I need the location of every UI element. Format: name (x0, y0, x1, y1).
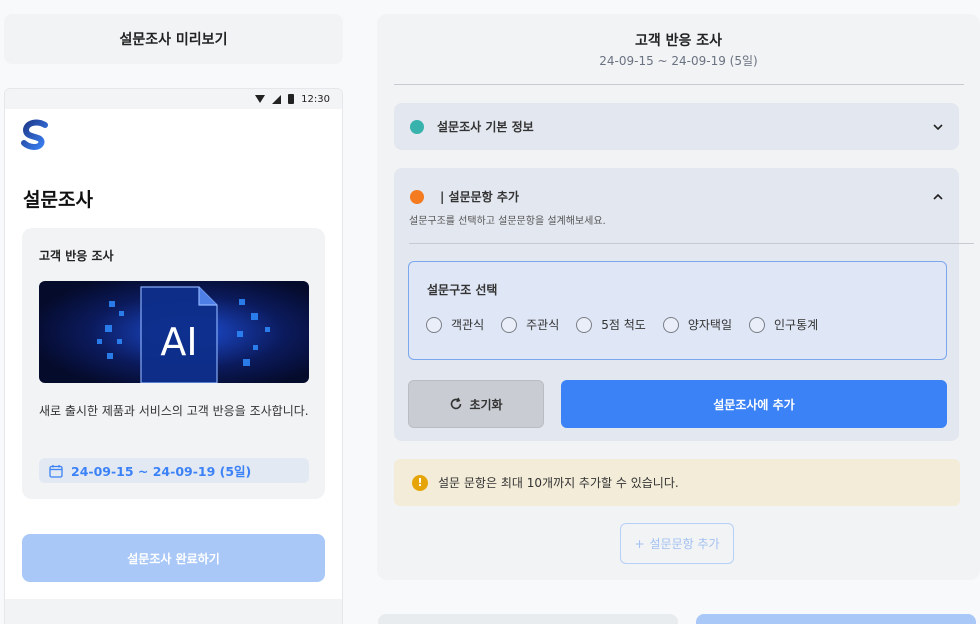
survey-preview-card: 고객 반응 조사 AI 새로 출시한 제품과 서비스의 고객 반응을 조사합니다… (22, 228, 325, 499)
radio-label: 인구통계 (774, 318, 819, 332)
add-question-button[interactable]: + 설문문항 추가 (620, 523, 734, 564)
radio-label: 객관식 (451, 318, 485, 332)
radio-circle[interactable] (576, 316, 593, 333)
plus-icon: + (634, 536, 645, 551)
card-description: 새로 출시한 제품과 서비스의 고객 반응을 조사합니다. (39, 404, 309, 418)
wifi-icon (255, 95, 266, 103)
preview-header: 설문조사 미리보기 (4, 14, 343, 64)
editor-title: 고객 반응 조사 (634, 33, 723, 49)
bottom-secondary-button[interactable] (378, 614, 678, 624)
card-image-ai-text: AI (160, 320, 197, 364)
signal-icon (272, 94, 282, 104)
phone-footer (5, 599, 342, 624)
question-section-description: 설문구조를 선택하고 설문문항을 설계해보세요. (409, 216, 606, 227)
status-bar: 12:30 (5, 89, 342, 109)
accordion-question-section: | 설문문항 추가 설문구조를 선택하고 설문문항을 설계해보세요. 설문구조 … (394, 168, 974, 441)
chevron-up-icon[interactable] (931, 190, 945, 204)
accordion-basic-info[interactable]: 설문조사 기본 정보 (394, 103, 959, 150)
calendar-icon (49, 464, 63, 478)
structure-radio-group: 객관식 주관식 5점 척도 양자택일 인구통계 (426, 316, 835, 333)
question-section-dot-icon (410, 189, 424, 204)
card-title: 고객 반응 조사 (39, 249, 114, 263)
card-period-chip: 24-09-15 ~ 24-09-19 (5일) (39, 458, 309, 483)
radio-option-demographics[interactable]: 인구통계 (749, 316, 818, 333)
battery-icon (288, 94, 295, 104)
card-image: AI (39, 281, 309, 383)
editor-divider (394, 84, 964, 85)
app-logo-icon (21, 119, 48, 151)
radio-label: 5점 척도 (601, 318, 646, 332)
add-question-label: 설문문항 추가 (649, 537, 720, 551)
radio-option-binary-choice[interactable]: 양자택일 (662, 316, 732, 333)
radio-option-short-answer[interactable]: 주관식 (501, 316, 559, 333)
reset-button[interactable]: 초기화 (408, 380, 544, 428)
chevron-down-icon[interactable] (931, 120, 945, 134)
question-section-header[interactable]: | 설문문항 추가 (410, 188, 519, 205)
basic-info-label: 설문조사 기본 정보 (437, 120, 534, 134)
status-time: 12:30 (301, 93, 330, 105)
editor-period: 24-09-15 ~ 24-09-19 (5일) (599, 54, 758, 68)
preview-page-title: 설문조사 (23, 189, 93, 211)
card-period-text: 24-09-15 ~ 24-09-19 (5일) (71, 464, 252, 479)
radio-label: 양자택일 (687, 318, 732, 332)
complete-survey-button[interactable]: 설문조사 완료하기 (22, 534, 325, 582)
warning-icon: ! (412, 474, 428, 491)
structure-select-box: 설문구조 선택 객관식 주관식 5점 척도 양자택일 인구통계 (408, 261, 947, 360)
radio-circle[interactable] (426, 316, 442, 333)
question-section-label: | 설문문항 추가 (440, 190, 519, 204)
radio-option-multiple-choice[interactable]: 객관식 (426, 316, 484, 333)
question-section-divider (409, 243, 974, 244)
radio-option-5-point-scale[interactable]: 5점 척도 (576, 316, 646, 333)
notice-text: 설문 문항은 최대 10개까지 추가할 수 있습니다. (438, 476, 679, 490)
survey-editor-panel: 고객 반응 조사 24-09-15 ~ 24-09-19 (5일) 설문조사 기… (377, 14, 980, 580)
radio-label: 주관식 (526, 318, 560, 332)
basic-info-dot-icon (410, 119, 424, 134)
radio-circle[interactable] (662, 316, 679, 333)
radio-circle[interactable] (749, 316, 765, 333)
refresh-icon (451, 397, 462, 410)
structure-select-title: 설문구조 선택 (427, 283, 498, 297)
notice-banner: ! 설문 문항은 최대 10개까지 추가할 수 있습니다. (394, 459, 960, 506)
reset-button-label: 초기화 (469, 397, 503, 412)
radio-circle[interactable] (501, 316, 518, 333)
preview-header-title: 설문조사 미리보기 (119, 32, 228, 48)
phone-preview: 12:30 설문조사 고객 반응 조사 AI 새로 출시한 제품과 서비스의 고… (4, 88, 343, 624)
bottom-primary-button[interactable] (696, 614, 976, 624)
add-to-survey-button[interactable]: 설문조사에 추가 (561, 380, 947, 428)
